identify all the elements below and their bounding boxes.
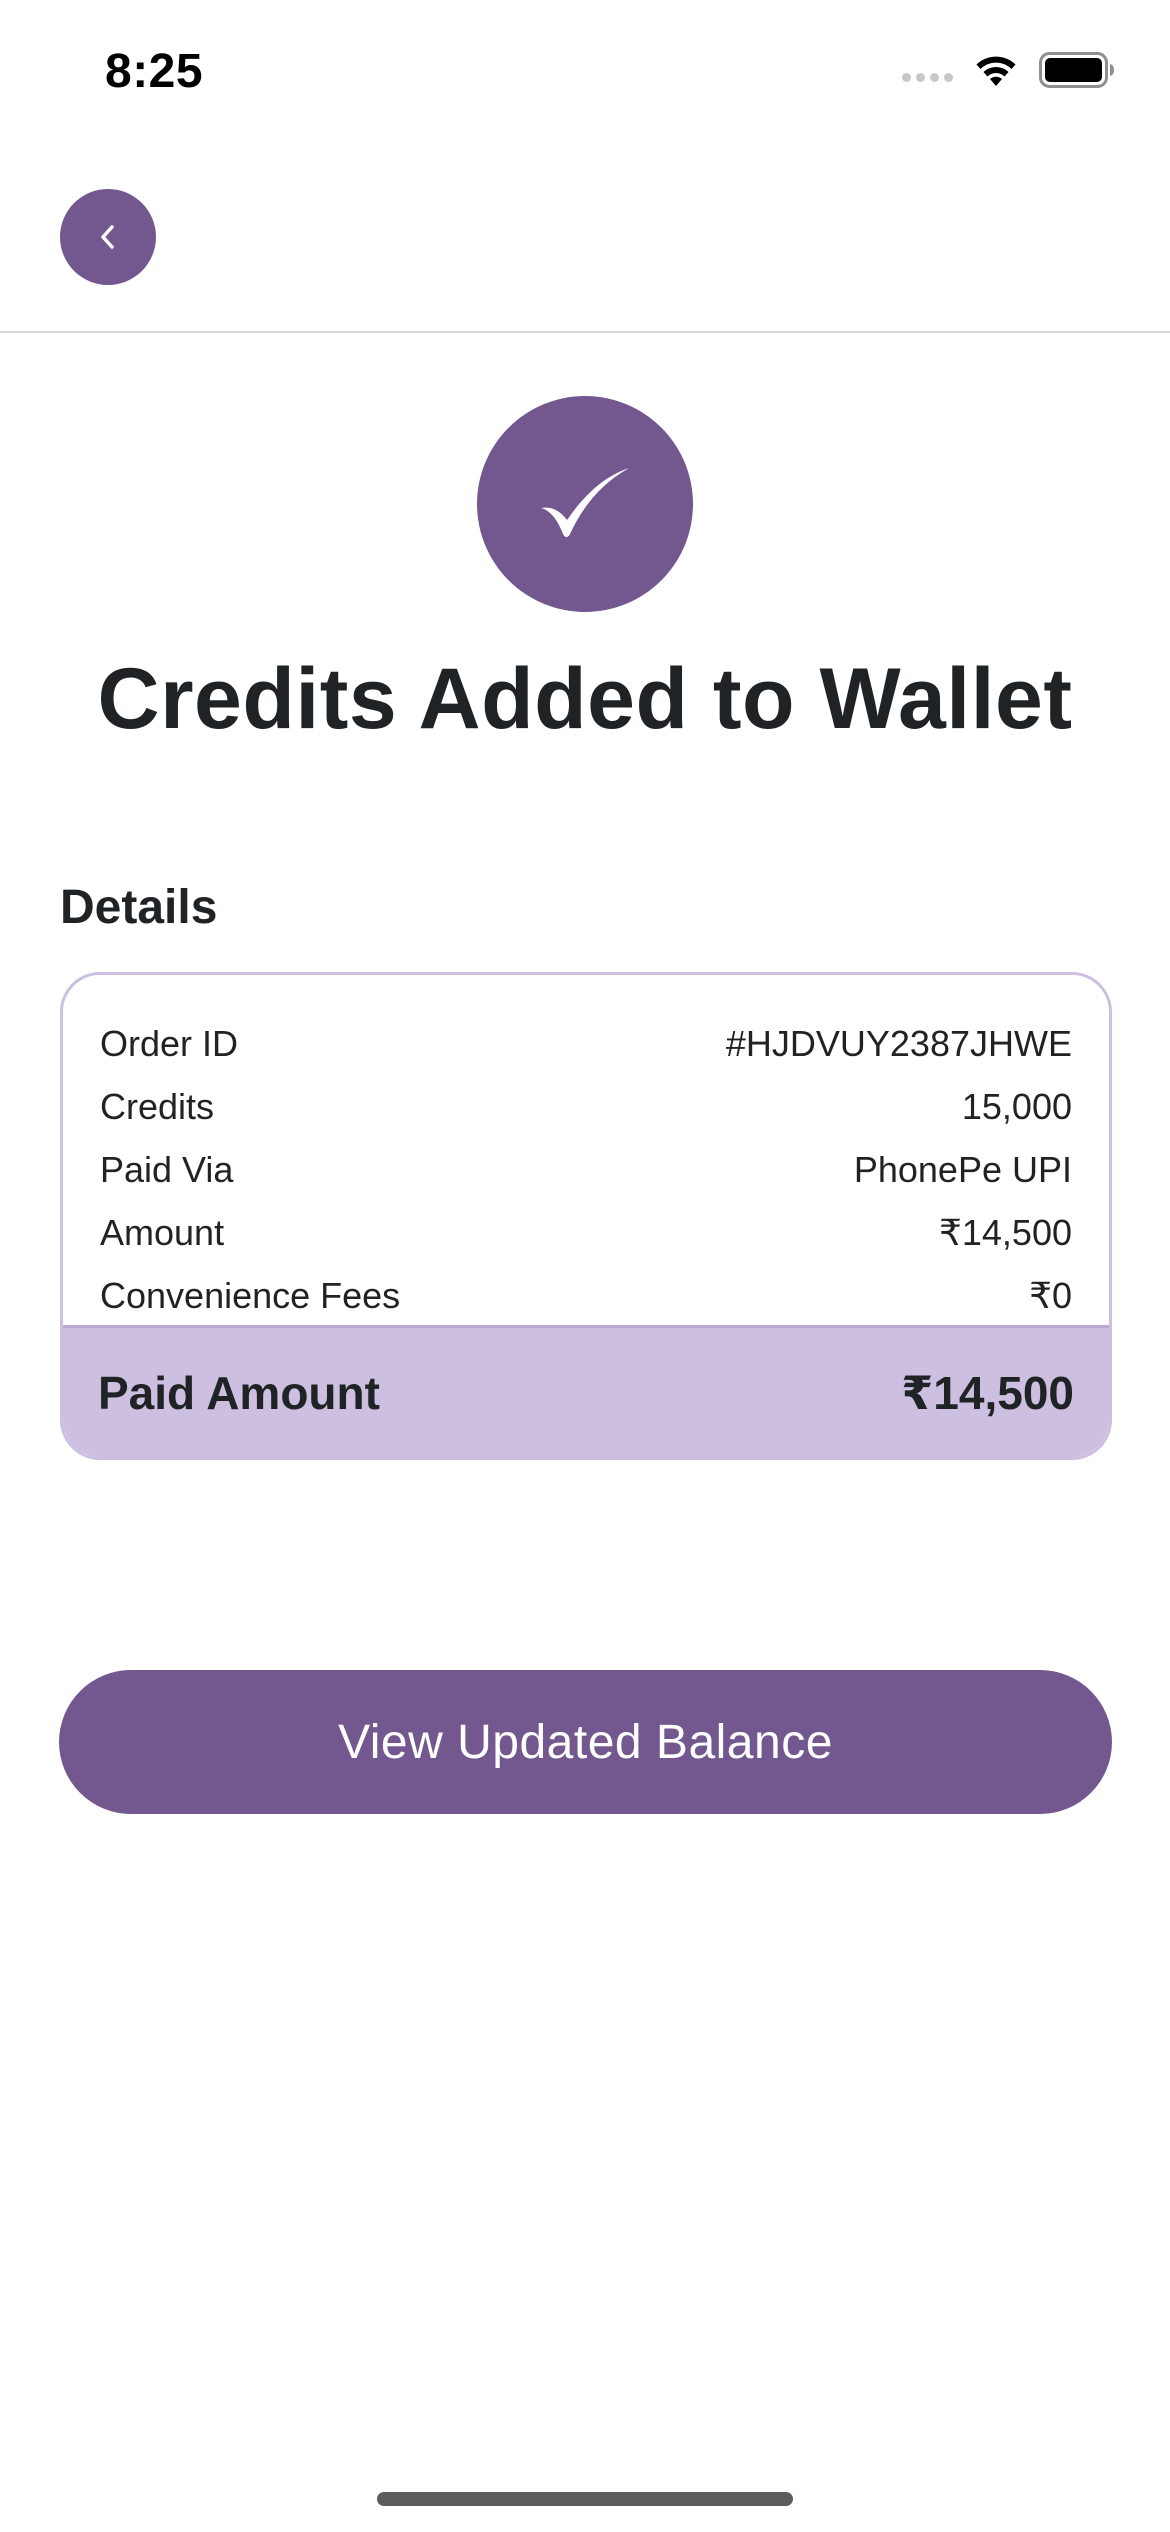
- details-list: Order ID #HJDVUY2387JHWE Credits 15,000 …: [63, 975, 1109, 1327]
- detail-label: Paid Via: [100, 1148, 234, 1190]
- cta-label: View Updated Balance: [338, 1715, 833, 1769]
- detail-label: Convenience Fees: [100, 1274, 401, 1316]
- success-badge: [477, 396, 693, 612]
- detail-value: ₹14,500: [938, 1211, 1072, 1253]
- details-card: Order ID #HJDVUY2387JHWE Credits 15,000 …: [60, 972, 1112, 1460]
- detail-label: Credits: [100, 1085, 215, 1127]
- status-time: 8:25: [105, 45, 204, 98]
- back-button[interactable]: [60, 189, 156, 285]
- battery-icon: [1039, 52, 1114, 88]
- paid-amount-value: ₹14,500: [901, 1366, 1074, 1419]
- payment-success-screen: 8:25 Credits Added to Wallet Details Ord…: [0, 0, 1170, 2532]
- paid-amount-label: Paid Amount: [98, 1366, 380, 1419]
- detail-value: PhonePe UPI: [853, 1148, 1072, 1190]
- details-heading: Details: [60, 881, 218, 934]
- nav-bar: [0, 140, 1170, 333]
- status-bar: 8:25: [0, 0, 1170, 140]
- wifi-icon: [976, 56, 1016, 86]
- detail-value: 15,000: [961, 1085, 1072, 1127]
- status-icons: [902, 52, 1115, 88]
- detail-label: Amount: [100, 1211, 225, 1253]
- detail-value: #HJDVUY2387JHWE: [725, 1022, 1072, 1064]
- detail-row-convenience-fees: Convenience Fees ₹0: [63, 1264, 1109, 1327]
- checkmark-icon: [541, 468, 629, 537]
- chevron-left-icon: [101, 225, 114, 249]
- view-updated-balance-button[interactable]: View Updated Balance: [59, 1670, 1112, 1814]
- detail-row-order-id: Order ID #HJDVUY2387JHWE: [63, 1012, 1109, 1075]
- detail-label: Order ID: [100, 1022, 239, 1064]
- detail-row-amount: Amount ₹14,500: [63, 1201, 1109, 1264]
- detail-row-credits: Credits 15,000: [63, 1075, 1109, 1138]
- paid-amount-row: Paid Amount ₹14,500: [63, 1325, 1109, 1457]
- page-title: Credits Added to Wallet: [97, 651, 1073, 747]
- detail-row-paid-via: Paid Via PhonePe UPI: [63, 1138, 1109, 1201]
- home-indicator[interactable]: [377, 2492, 793, 2506]
- cellular-signal-icon: [902, 72, 953, 82]
- detail-value: ₹0: [1029, 1274, 1072, 1316]
